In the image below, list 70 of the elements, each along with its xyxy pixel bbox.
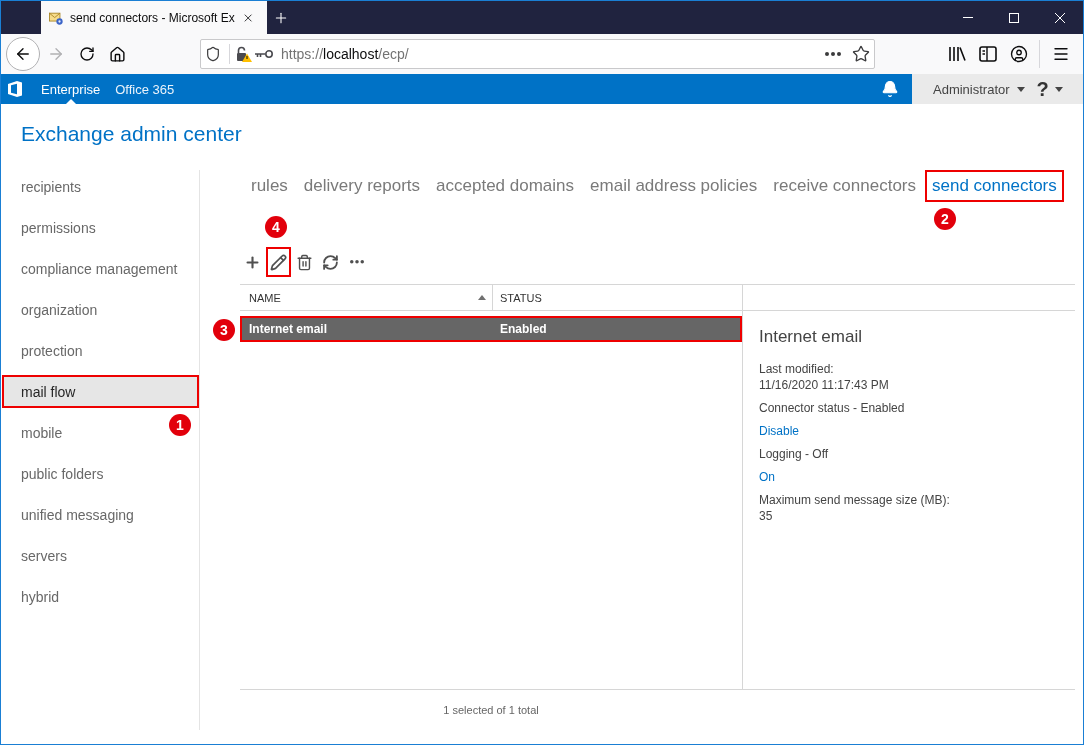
back-button[interactable] [6, 37, 40, 71]
library-icon[interactable] [947, 46, 966, 62]
table-cell: Enabled [500, 322, 547, 336]
app-tab[interactable]: Office 365 [115, 74, 175, 104]
tab[interactable]: rules [244, 170, 295, 202]
tab[interactable]: delivery reports [296, 170, 428, 202]
key-icon[interactable] [255, 49, 273, 59]
star-icon[interactable] [852, 45, 870, 63]
shield-icon[interactable] [205, 46, 221, 62]
bell-icon[interactable] [881, 80, 899, 98]
tab[interactable]: receive connectors [766, 170, 923, 202]
detail-label: Last modified: [759, 361, 834, 377]
status-text: 1 selected of 1 total [443, 704, 539, 717]
more-icon [349, 260, 364, 264]
more-icon[interactable] [825, 52, 841, 56]
tab[interactable]: accepted domains [429, 170, 582, 202]
callout-badge: 4 [265, 216, 287, 238]
plus-icon [244, 253, 261, 271]
pencil-icon [270, 253, 287, 271]
detail-link[interactable]: On [759, 469, 775, 485]
sidebar-item[interactable]: mobile [2, 416, 69, 449]
sidebar-item[interactable]: protection [2, 334, 89, 367]
app-logo-icon[interactable] [8, 81, 22, 97]
trash-icon [296, 253, 313, 271]
sidebar-icon[interactable] [978, 46, 997, 62]
sidebar-item[interactable]: mail flow [2, 375, 199, 408]
caret-icon [1016, 86, 1025, 92]
sidebar-item[interactable]: compliance management [2, 252, 184, 285]
table-row[interactable]: Internet email Enabled [240, 316, 742, 342]
sidebar-item[interactable]: recipients [2, 170, 87, 203]
maximize-icon[interactable] [1009, 12, 1019, 23]
refresh-icon [322, 253, 339, 271]
detail-text: Connector status - Enabled [759, 400, 905, 416]
reload-icon[interactable] [78, 46, 95, 62]
detail-value: 11/16/2020 11:17:43 PM [759, 377, 889, 393]
browser-tab[interactable]: send connectors - Microsoft Ex [41, 1, 267, 34]
account-icon[interactable] [1009, 45, 1028, 63]
callout-badge: 3 [213, 319, 235, 341]
detail-link[interactable]: Disable [759, 423, 800, 439]
user-menu-button[interactable]: Administrator [933, 81, 1025, 97]
sidebar-item[interactable]: servers [2, 539, 73, 572]
sidebar-item[interactable]: permissions [2, 211, 102, 244]
selection-pointer-icon [65, 99, 76, 104]
details-title: Internet email [759, 326, 862, 348]
address-field[interactable]: https://localhost/ecp/ [200, 39, 875, 69]
detail-label: Maximum send message size (MB): [759, 492, 950, 508]
sort-ascending-icon[interactable] [478, 295, 486, 300]
lock-warning-icon[interactable] [236, 46, 252, 62]
sidebar-item[interactable]: organization [2, 293, 104, 326]
help-menu-button[interactable]: ? [1036, 77, 1063, 101]
table-cell: Internet email [249, 322, 328, 336]
close-window-icon[interactable] [1055, 12, 1065, 23]
callout-badge: 1 [169, 414, 191, 436]
column-header[interactable]: STATUS [492, 285, 742, 310]
home-icon[interactable] [109, 45, 126, 63]
detail-text: Logging - Off [759, 446, 829, 462]
menu-icon[interactable] [1051, 45, 1070, 63]
caret-icon [1054, 86, 1063, 92]
callout-badge: 2 [934, 208, 956, 230]
column-header[interactable]: NAME [240, 285, 492, 310]
tab[interactable]: email address policies [583, 170, 765, 202]
sidebar-item[interactable]: public folders [2, 457, 110, 490]
page-title: Exchange admin center [21, 121, 242, 147]
url-text: https://localhost/ecp/ [281, 46, 409, 62]
tab[interactable]: send connectors [925, 170, 1064, 202]
sidebar-item[interactable]: hybrid [2, 580, 66, 613]
edit-button[interactable] [266, 247, 291, 277]
app-tab[interactable]: Enterprise [41, 74, 101, 104]
sidebar-item[interactable]: unified messaging [2, 498, 140, 531]
detail-value: 35 [759, 508, 773, 524]
